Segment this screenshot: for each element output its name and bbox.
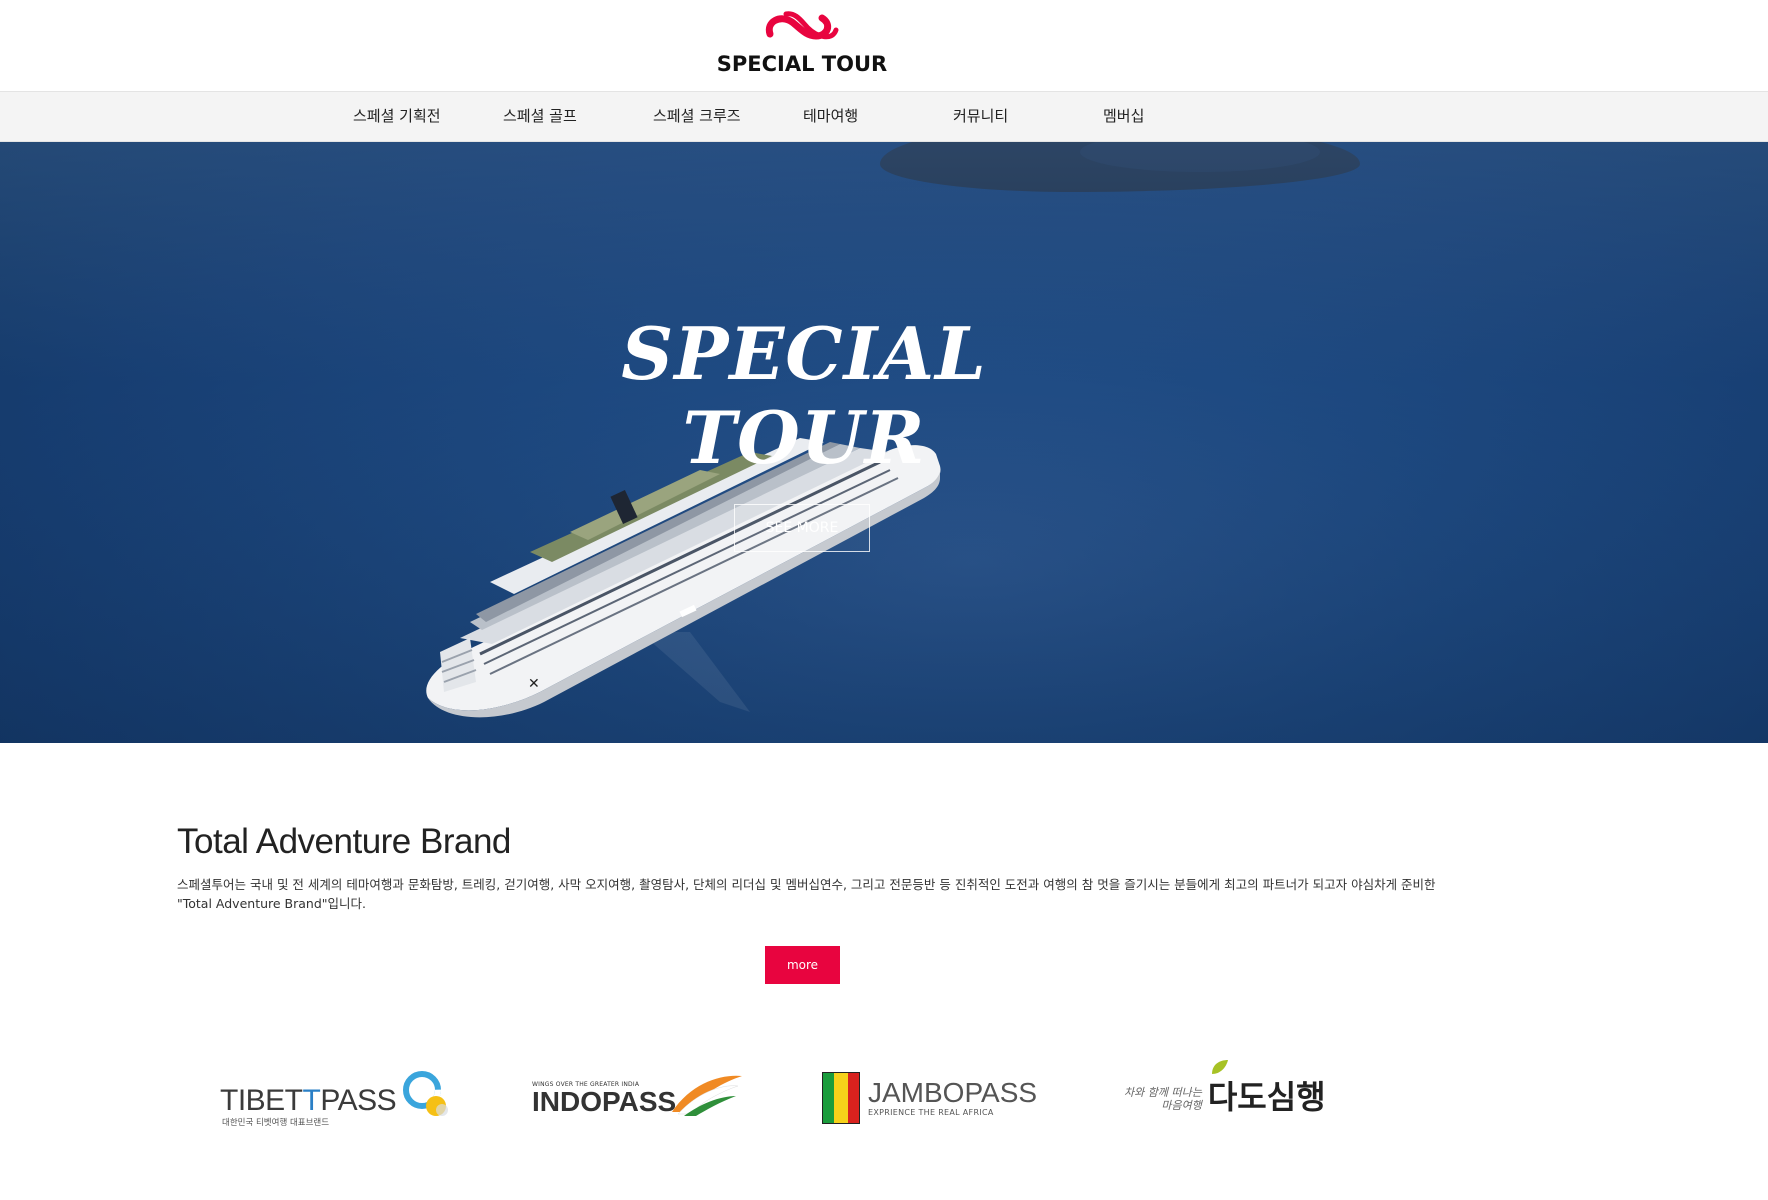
see-more-button[interactable]: SEE MORE — [734, 504, 870, 552]
indopass-wing-icon — [672, 1075, 743, 1116]
dado-script-line1: 차와 함께 떠나는 — [1124, 1086, 1202, 1099]
site-header: SPECIAL TOUR — [0, 0, 1768, 91]
section-description: 스페셜투어는 국내 및 전 세계의 테마여행과 문화탐방, 트레킹, 걷기여행,… — [177, 875, 1437, 913]
nav-item-special-exhibition[interactable]: 스페셜 기획전 — [353, 92, 441, 141]
hero-title: SPECIAL TOUR — [584, 312, 1024, 480]
tibetpass-name-b: T — [302, 1084, 321, 1117]
tibetpass-wordmark: TIBETTPASS — [220, 1084, 397, 1118]
leaf-icon — [1211, 1060, 1228, 1074]
nav-item-special-golf[interactable]: 스페셜 골프 — [503, 92, 577, 141]
jambopass-flag-icon — [822, 1072, 860, 1124]
hero-banner: ✕ SPECIAL TOUR SEE MORE — [0, 142, 1768, 743]
description-line-2: "Total Adventure Brand"입니다. — [177, 896, 366, 911]
logo-text: SPECIAL TOUR — [716, 52, 888, 76]
dado-script-line2: 마음여행 — [1161, 1099, 1202, 1112]
partner-dadosimhaeng-logo[interactable]: 차와 함께 떠나는 마음여행 다도심행 — [1124, 1060, 1326, 1118]
tibetpass-name-a: TIBET — [220, 1084, 303, 1117]
description-line-1: 스페셜투어는 국내 및 전 세계의 테마여행과 문화탐방, 트레킹, 걷기여행,… — [177, 877, 1436, 892]
site-logo[interactable]: SPECIAL TOUR — [712, 8, 892, 76]
section-title: Total Adventure Brand — [177, 822, 511, 861]
partner-tibetpass-logo[interactable]: TIBETTPASS 대한민국 티벳여행 대표브랜드 — [220, 1068, 456, 1128]
jambopass-wordmark: JAMBOPASS — [868, 1077, 1038, 1108]
nav-item-special-cruise[interactable]: 스페셜 크루즈 — [653, 92, 741, 141]
dadosimhaeng-wordmark: 다도심행 — [1207, 1078, 1326, 1116]
tibetpass-name-c: PASS — [320, 1084, 397, 1117]
hero-title-line2: TOUR — [682, 395, 926, 480]
tibetpass-circle-icon — [403, 1071, 449, 1116]
special-tour-logo-icon — [765, 11, 839, 40]
jambopass-tagline: EXPRIENCE THE REAL AFRICA — [868, 1108, 994, 1117]
partner-jambopass-logo[interactable]: JAMBOPASS EXPRIENCE THE REAL AFRICA — [822, 1072, 1037, 1124]
svg-text:✕: ✕ — [528, 676, 540, 692]
nav-item-theme-travel[interactable]: 테마여행 — [803, 92, 858, 141]
hero-title-line1: SPECIAL — [621, 311, 987, 396]
partner-indopass-logo[interactable]: WINGS OVER THE GREATER INDIA INDOPASS — [532, 1072, 743, 1117]
nav-item-membership[interactable]: 멤버십 — [1103, 92, 1144, 141]
more-button[interactable]: more — [765, 946, 840, 984]
indopass-wordmark: INDOPASS — [532, 1086, 677, 1117]
main-nav: 스페셜 기획전 스페셜 골프 스페셜 크루즈 테마여행 커뮤니티 멤버십 — [0, 91, 1768, 142]
nav-item-community[interactable]: 커뮤니티 — [953, 92, 1008, 141]
